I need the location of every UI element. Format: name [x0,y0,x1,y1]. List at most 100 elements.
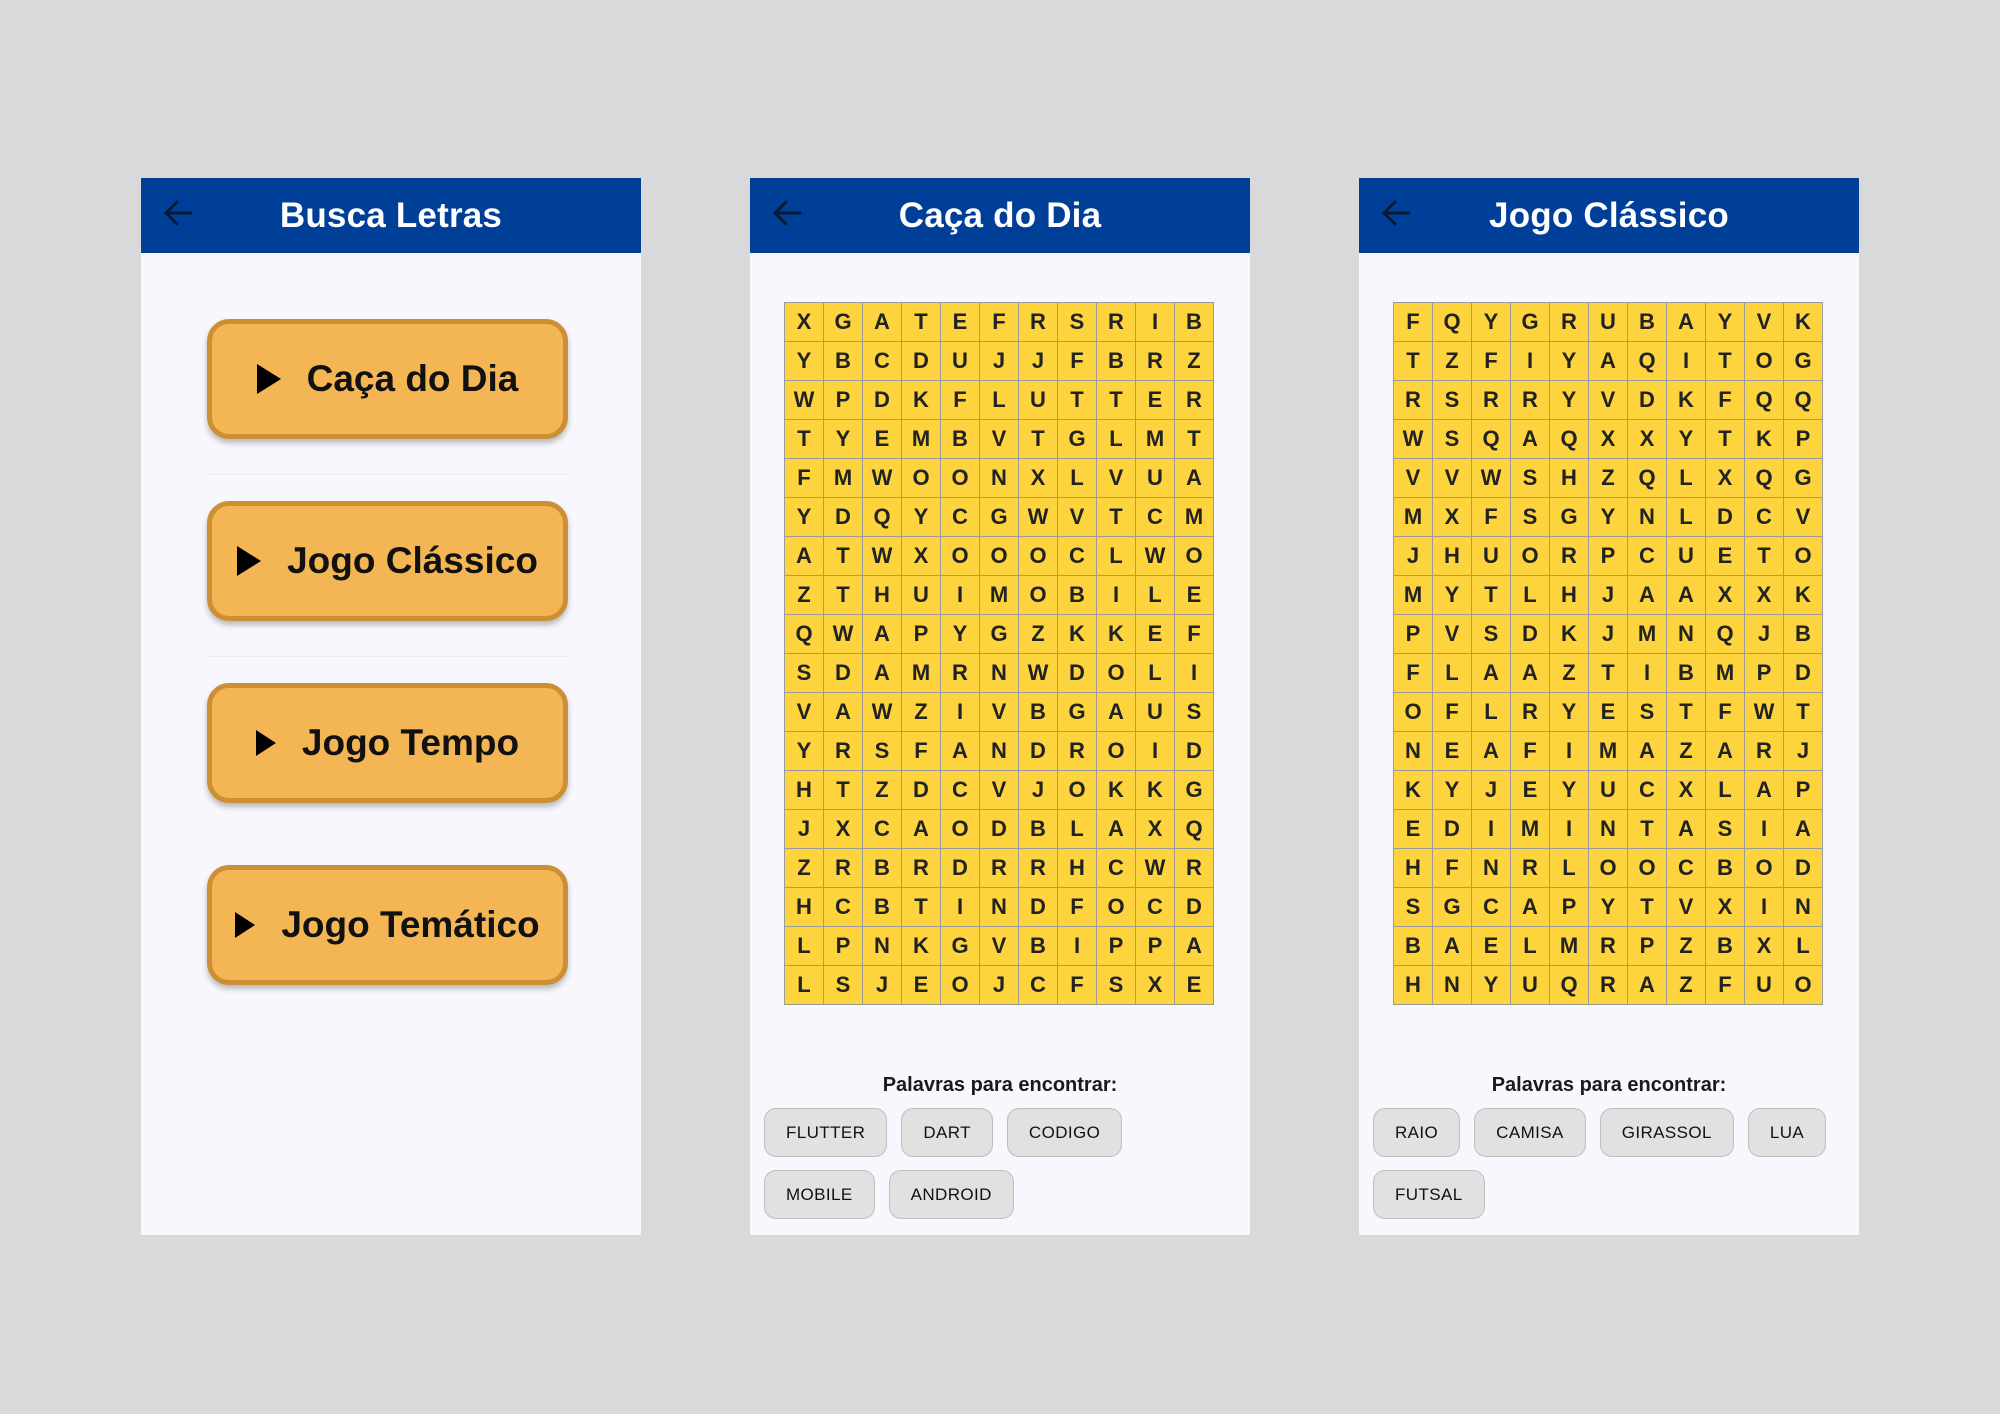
grid-cell[interactable]: P [902,615,941,654]
grid-cell[interactable]: E [1511,771,1550,810]
word-chip[interactable]: ANDROID [888,1170,1014,1219]
grid-cell[interactable]: J [1394,537,1433,576]
grid-cell[interactable]: A [1589,342,1628,381]
grid-cell[interactable]: G [1784,342,1823,381]
grid-cell[interactable]: L [1472,693,1511,732]
grid-cell[interactable]: K [1136,771,1175,810]
grid-cell[interactable]: J [1019,342,1058,381]
grid-cell[interactable]: K [1745,420,1784,459]
grid-cell[interactable]: S [1433,420,1472,459]
grid-cell[interactable]: X [1745,927,1784,966]
grid-cell[interactable]: F [980,303,1019,342]
grid-cell[interactable]: G [1511,303,1550,342]
grid-cell[interactable]: U [902,576,941,615]
grid-cell[interactable]: P [824,927,863,966]
grid-cell[interactable]: T [1628,888,1667,927]
word-chip[interactable]: DART [901,1108,993,1157]
grid-cell[interactable]: O [1058,771,1097,810]
grid-cell[interactable]: G [980,498,1019,537]
grid-cell[interactable]: O [1784,966,1823,1005]
grid-cell[interactable]: O [941,459,980,498]
grid-cell[interactable]: R [1511,693,1550,732]
grid-cell[interactable]: A [1667,303,1706,342]
grid-cell[interactable]: B [1019,810,1058,849]
grid-cell[interactable]: M [902,420,941,459]
grid-cell[interactable]: R [824,732,863,771]
grid-cell[interactable]: O [1097,732,1136,771]
word-chip[interactable]: RAIO [1373,1108,1461,1157]
grid-cell[interactable]: S [1394,888,1433,927]
grid-cell[interactable]: E [1394,810,1433,849]
grid-cell[interactable]: X [1628,420,1667,459]
grid-cell[interactable]: A [1472,654,1511,693]
grid-cell[interactable]: X [1136,966,1175,1005]
grid-cell[interactable]: R [1175,381,1214,420]
grid-cell[interactable]: A [1097,810,1136,849]
grid-cell[interactable]: O [1628,849,1667,888]
grid-cell[interactable]: E [902,966,941,1005]
grid-cell[interactable]: D [980,810,1019,849]
grid-cell[interactable]: M [1628,615,1667,654]
grid-cell[interactable]: A [1628,966,1667,1005]
grid-cell[interactable]: L [785,966,824,1005]
grid-cell[interactable]: R [1550,303,1589,342]
grid-cell[interactable]: S [1175,693,1214,732]
grid-cell[interactable]: Y [1667,420,1706,459]
grid-cell[interactable]: L [1136,576,1175,615]
grid-cell[interactable]: L [1433,654,1472,693]
grid-cell[interactable]: I [1058,927,1097,966]
grid-cell[interactable]: F [1511,732,1550,771]
grid-cell[interactable]: I [1667,342,1706,381]
grid-cell[interactable]: O [902,459,941,498]
grid-cell[interactable]: V [1667,888,1706,927]
grid-cell[interactable]: F [1058,888,1097,927]
grid-cell[interactable]: W [863,693,902,732]
grid-cell[interactable]: F [1706,966,1745,1005]
grid-cell[interactable]: A [1667,810,1706,849]
grid-cell[interactable]: C [1136,498,1175,537]
grid-cell[interactable]: C [1019,966,1058,1005]
grid-cell[interactable]: C [863,810,902,849]
grid-cell[interactable]: J [1472,771,1511,810]
grid-cell[interactable]: X [1706,576,1745,615]
grid-cell[interactable]: X [1667,771,1706,810]
grid-cell[interactable]: K [1550,615,1589,654]
grid-cell[interactable]: B [1706,927,1745,966]
grid-cell[interactable]: F [1706,693,1745,732]
grid-cell[interactable]: A [1511,654,1550,693]
grid-cell[interactable]: M [1511,810,1550,849]
grid-cell[interactable]: S [1097,966,1136,1005]
grid-cell[interactable]: Z [1589,459,1628,498]
grid-cell[interactable]: B [1628,303,1667,342]
grid-cell[interactable]: P [1394,615,1433,654]
grid-cell[interactable]: R [1589,927,1628,966]
grid-cell[interactable]: P [1784,420,1823,459]
grid-cell[interactable]: O [1097,654,1136,693]
grid-cell[interactable]: M [1394,498,1433,537]
grid-cell[interactable]: U [1589,303,1628,342]
grid-cell[interactable]: C [941,771,980,810]
grid-cell[interactable]: J [1745,615,1784,654]
grid-cell[interactable]: D [1511,615,1550,654]
grid-cell[interactable]: A [1511,888,1550,927]
grid-cell[interactable]: L [1097,537,1136,576]
grid-cell[interactable]: R [1097,303,1136,342]
grid-cell[interactable]: X [1019,459,1058,498]
grid-cell[interactable]: C [1628,771,1667,810]
grid-cell[interactable]: T [1058,381,1097,420]
grid-cell[interactable]: A [1628,576,1667,615]
grid-cell[interactable]: G [1784,459,1823,498]
grid-cell[interactable]: R [1019,303,1058,342]
grid-cell[interactable]: Y [785,498,824,537]
grid-cell[interactable]: V [785,693,824,732]
grid-cell[interactable]: D [1628,381,1667,420]
grid-cell[interactable]: X [785,303,824,342]
word-chip[interactable]: FLUTTER [764,1108,888,1157]
grid-cell[interactable]: M [980,576,1019,615]
timed-game-button[interactable]: Jogo Tempo [207,683,568,803]
grid-cell[interactable]: Y [1472,966,1511,1005]
grid-cell[interactable]: I [1175,654,1214,693]
grid-cell[interactable]: A [1667,576,1706,615]
grid-cell[interactable]: Y [785,732,824,771]
grid-cell[interactable]: E [1175,966,1214,1005]
